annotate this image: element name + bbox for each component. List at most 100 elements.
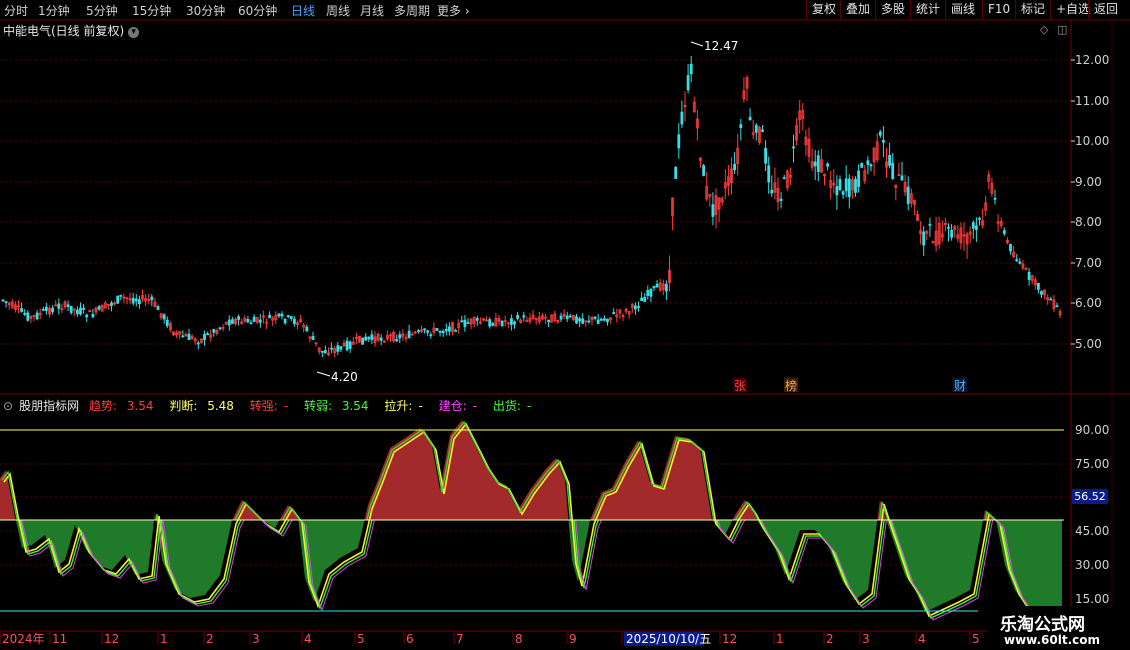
candle-body — [971, 222, 975, 229]
high-label: 12.47 — [704, 39, 738, 53]
candle-body — [4, 301, 8, 303]
candle-body — [575, 316, 578, 324]
time-label: 2 — [826, 632, 834, 646]
candle-body — [398, 334, 402, 339]
candle-body — [854, 178, 857, 193]
candle-body — [1040, 291, 1043, 295]
current-value-tag: 56.52 — [1072, 489, 1108, 504]
candle-body — [835, 186, 839, 196]
candle-body — [268, 314, 272, 319]
candle-body — [652, 286, 656, 289]
candle-body — [643, 296, 647, 302]
diamond-icon[interactable]: ◇ — [1040, 23, 1049, 36]
candle-body — [460, 320, 464, 323]
candle-body — [568, 315, 572, 318]
candle-body — [423, 328, 427, 331]
candle-body — [857, 170, 860, 188]
window-icon[interactable]: ◫ — [1057, 23, 1067, 36]
candle-body — [395, 338, 399, 342]
candle-body — [227, 319, 231, 326]
candle-body — [339, 346, 343, 350]
candle-body — [283, 318, 287, 324]
candle-body — [311, 336, 315, 340]
candle-body — [76, 309, 79, 315]
candle-body — [286, 315, 290, 318]
time-label: 1 — [776, 632, 784, 646]
high-annotation: 12.47 — [690, 39, 738, 53]
chart-canvas[interactable]: 12.00 11.00 10.00 9.00 8.00 7.00 6.00 5.… — [0, 0, 1130, 650]
candle-body — [156, 306, 160, 310]
badge-cai[interactable]: 财 — [954, 379, 966, 393]
candle-body — [906, 186, 910, 204]
candle-body — [1037, 283, 1040, 290]
candle-body — [438, 330, 442, 333]
candle-body — [866, 160, 870, 165]
candle-body — [674, 167, 678, 179]
indicator-axis: 90.00 75.00 45.00 30.00 15.00 — [1075, 423, 1109, 606]
candle-body — [767, 165, 771, 183]
candle-body — [516, 315, 519, 319]
candle-body — [97, 306, 101, 310]
watermark-title: 乐淘公式网 — [1000, 615, 1085, 635]
candle-body — [131, 298, 135, 304]
candle-body — [429, 334, 433, 337]
candle-body — [649, 288, 653, 297]
candle-body — [860, 162, 864, 168]
candle-body — [711, 204, 715, 217]
candle-body — [116, 295, 120, 304]
time-label: 5 — [972, 632, 980, 646]
candle-body — [599, 318, 603, 321]
candle-body — [838, 179, 842, 191]
candle-body — [348, 341, 352, 349]
ind-tick-label: 30.00 — [1075, 558, 1109, 572]
candle-body — [665, 283, 668, 292]
candle-body — [491, 323, 495, 326]
candle-body — [336, 345, 340, 352]
candle-body — [891, 162, 895, 179]
price-tick-label: 8.00 — [1075, 215, 1102, 229]
candle-body — [522, 315, 526, 318]
candle-body — [119, 294, 123, 297]
candle-body — [230, 319, 234, 324]
candle-body — [280, 313, 284, 317]
price-tick-label: 12.00 — [1075, 53, 1109, 67]
candle-body — [928, 223, 932, 226]
candle-body — [79, 307, 82, 315]
event-badges: 张 榜 财 — [733, 378, 967, 393]
time-label: 3 — [862, 632, 870, 646]
candle-body — [947, 226, 950, 229]
candle-body — [792, 146, 795, 149]
candle-body — [950, 229, 953, 238]
candle-body — [509, 318, 513, 325]
badge-bang[interactable]: 榜 — [785, 378, 797, 393]
candle-body — [513, 321, 516, 325]
watermark-url: www.60lt.com — [1004, 633, 1101, 647]
candle-body — [85, 314, 89, 318]
candle-body — [770, 189, 774, 194]
candle-body — [361, 337, 365, 345]
low-label: 4.20 — [331, 370, 358, 384]
price-tick-label: 11.00 — [1075, 94, 1109, 108]
candle-body — [45, 306, 48, 311]
badge-zhang[interactable]: 张 — [734, 379, 746, 393]
candle-body — [1055, 305, 1059, 308]
candle-body — [370, 334, 374, 340]
candle-body — [975, 225, 978, 230]
candle-body — [292, 318, 296, 324]
candle-body — [258, 319, 262, 323]
candle-body — [206, 333, 210, 335]
candle-body — [782, 177, 786, 180]
candle-body — [748, 116, 752, 121]
candle-body — [69, 305, 73, 313]
candle-body — [137, 299, 141, 305]
candle-body — [686, 75, 690, 91]
candle-body — [187, 333, 191, 341]
time-label: 6 — [406, 632, 414, 646]
candle-body — [761, 129, 764, 132]
candle-body — [435, 327, 439, 331]
candle-body — [475, 318, 479, 321]
candle-body — [23, 312, 27, 315]
candle-body — [596, 319, 600, 324]
candle-body — [578, 318, 581, 322]
candle-body — [196, 342, 200, 345]
